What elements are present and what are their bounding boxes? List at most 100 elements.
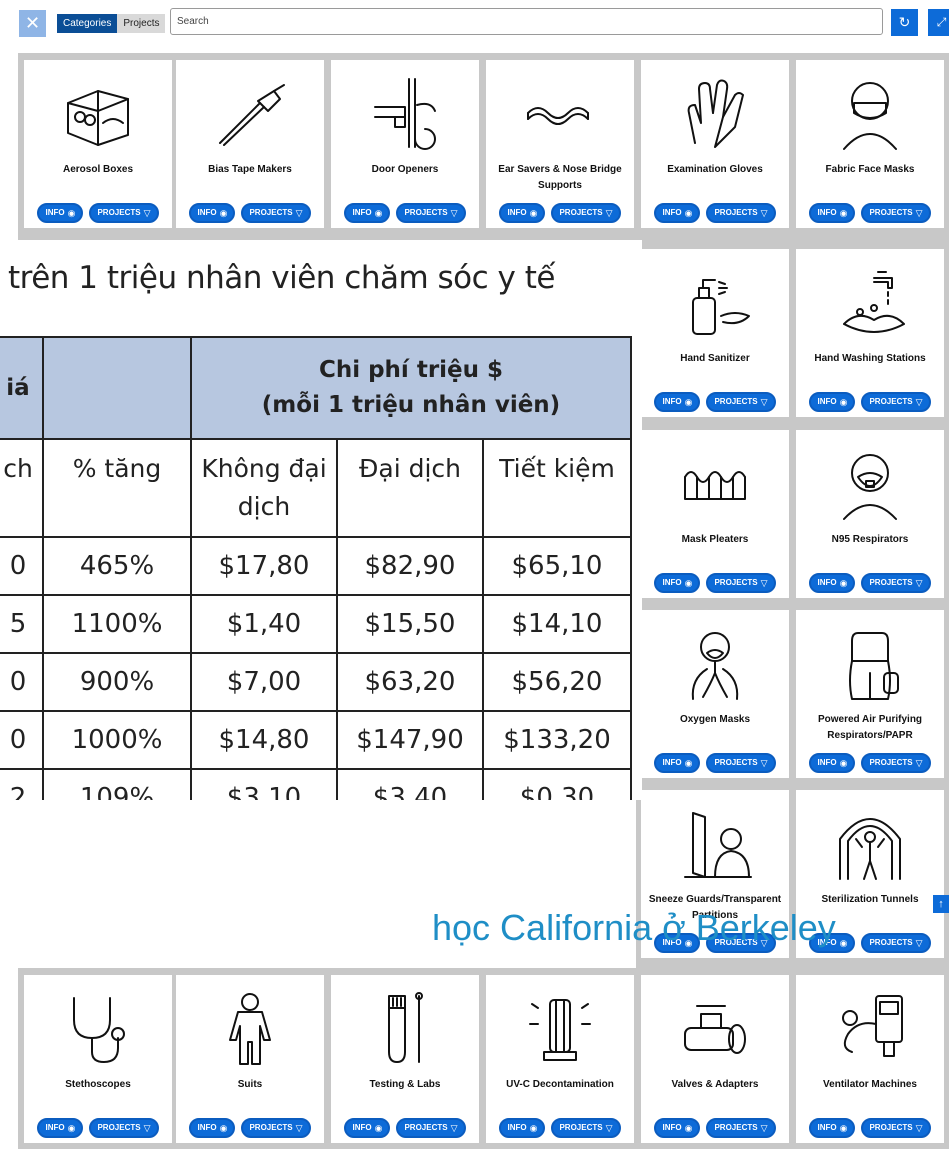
- projects-button[interactable]: PROJECTS ▽: [241, 203, 311, 223]
- search-input[interactable]: [170, 8, 883, 35]
- projects-button[interactable]: PROJECTS ▽: [89, 203, 159, 223]
- projects-button[interactable]: PROJECTS ▽: [551, 1118, 621, 1138]
- info-button[interactable]: INFO ◉: [37, 1118, 84, 1138]
- category-card[interactable]: UV-C Decontamination INFO ◉ PROJECTS ▽: [486, 975, 634, 1143]
- category-card[interactable]: Suits INFO ◉ PROJECTS ▽: [176, 975, 324, 1143]
- projects-button[interactable]: PROJECTS ▽: [706, 1118, 776, 1138]
- category-card[interactable]: Oxygen Masks INFO ◉ PROJECTS ▽: [641, 610, 789, 778]
- projects-button[interactable]: PROJECTS ▽: [861, 573, 931, 593]
- header-cost-line2: (mỗi 1 triệu nhân viên): [261, 392, 561, 418]
- projects-button[interactable]: PROJECTS ▽: [241, 1118, 311, 1138]
- category-card[interactable]: Examination Gloves INFO ◉ PROJECTS ▽: [641, 60, 789, 228]
- projects-button[interactable]: PROJECTS ▽: [706, 392, 776, 412]
- category-card[interactable]: Ventilator Machines INFO ◉ PROJECTS ▽: [796, 975, 944, 1143]
- filter-icon: ▽: [450, 208, 458, 218]
- filter-icon: ▽: [915, 758, 923, 768]
- table-cell: $0,30: [482, 768, 632, 800]
- projects-button[interactable]: PROJECTS ▽: [706, 573, 776, 593]
- arrow-up-icon: ↑: [938, 898, 944, 910]
- info-button[interactable]: INFO ◉: [499, 1118, 546, 1138]
- ventilator-icon: [842, 995, 903, 1057]
- eye-icon: ◉: [67, 208, 76, 218]
- category-card[interactable]: Bias Tape Makers INFO ◉ PROJECTS ▽: [176, 60, 324, 228]
- projects-label: PROJECTS: [869, 208, 913, 217]
- category-card[interactable]: Stethoscopes INFO ◉ PROJECTS ▽: [24, 975, 172, 1143]
- category-image: [796, 68, 944, 158]
- category-card[interactable]: Hand Washing Stations INFO ◉ PROJECTS ▽: [796, 249, 944, 417]
- projects-button[interactable]: PROJECTS ▽: [706, 753, 776, 773]
- suit-icon: [229, 993, 271, 1065]
- slide-caption: học California ở Berkeley: [432, 907, 836, 948]
- filter-icon: ▽: [295, 208, 303, 218]
- category-card[interactable]: Fabric Face Masks INFO ◉ PROJECTS ▽: [796, 60, 944, 228]
- close-button[interactable]: ✕: [19, 10, 46, 37]
- projects-button[interactable]: PROJECTS ▽: [551, 203, 621, 223]
- filter-icon: ▽: [450, 1123, 458, 1133]
- table-cell: 1000%: [42, 710, 192, 770]
- aerosol-box-icon: [67, 90, 129, 146]
- info-button[interactable]: INFO ◉: [809, 753, 856, 773]
- info-button[interactable]: INFO ◉: [654, 573, 701, 593]
- table-cell: $63,20: [336, 652, 484, 712]
- scroll-to-top-button[interactable]: ↑: [933, 895, 949, 913]
- projects-button[interactable]: PROJECTS ▽: [861, 1118, 931, 1138]
- category-image: [331, 68, 479, 158]
- category-card[interactable]: N95 Respirators INFO ◉ PROJECTS ▽: [796, 430, 944, 598]
- info-button[interactable]: INFO ◉: [189, 1118, 236, 1138]
- info-button[interactable]: INFO ◉: [809, 573, 856, 593]
- cost-table: iá Chi phí triệu $ (mỗi 1 triệu nhân viê…: [0, 336, 632, 800]
- category-card[interactable]: Ear Savers & Nose Bridge Supports INFO ◉ PR…: [486, 60, 634, 228]
- category-card[interactable]: Powered Air Purifying Respirators/PAPR IN…: [796, 610, 944, 778]
- info-button[interactable]: INFO ◉: [654, 1118, 701, 1138]
- table-cell: 2: [0, 768, 44, 800]
- sneeze-guard-icon: [684, 812, 752, 878]
- info-label: INFO: [817, 578, 837, 587]
- info-button[interactable]: INFO ◉: [809, 392, 856, 412]
- category-card[interactable]: Aerosol Boxes INFO ◉ PROJECTS ▽: [24, 60, 172, 228]
- info-button[interactable]: INFO ◉: [809, 1118, 856, 1138]
- card-actions: INFO ◉ PROJECTS ▽: [331, 1118, 479, 1138]
- table-cell: $14,80: [190, 710, 338, 770]
- category-card[interactable]: Hand Sanitizer INFO ◉ PROJECTS ▽: [641, 249, 789, 417]
- info-button[interactable]: INFO ◉: [344, 203, 391, 223]
- category-card[interactable]: Door Openers INFO ◉ PROJECTS ▽: [331, 60, 479, 228]
- projects-label: PROJECTS: [714, 1123, 758, 1132]
- info-button[interactable]: INFO ◉: [499, 203, 546, 223]
- category-card[interactable]: Mask Pleaters INFO ◉ PROJECTS ▽: [641, 430, 789, 598]
- info-button[interactable]: INFO ◉: [654, 203, 701, 223]
- expand-button[interactable]: ⤢: [928, 9, 949, 36]
- projects-button[interactable]: PROJECTS ▽: [861, 392, 931, 412]
- projects-button[interactable]: PROJECTS ▽: [396, 1118, 466, 1138]
- projects-button[interactable]: PROJECTS ▽: [89, 1118, 159, 1138]
- info-button[interactable]: INFO ◉: [189, 203, 236, 223]
- table-cell: 0: [0, 710, 44, 770]
- page: { "topbar": { "close_icon": "close-icon"…: [0, 0, 949, 1149]
- info-button[interactable]: INFO ◉: [37, 203, 84, 223]
- tab-projects[interactable]: Projects: [117, 14, 166, 33]
- eye-icon: ◉: [219, 208, 228, 218]
- tab-categories[interactable]: Categories: [57, 14, 118, 33]
- category-card[interactable]: Valves & Adapters INFO ◉ PROJECTS ▽: [641, 975, 789, 1143]
- info-label: INFO: [507, 1123, 527, 1132]
- refresh-button[interactable]: ↻: [891, 9, 918, 36]
- projects-button[interactable]: PROJECTS ▽: [861, 933, 931, 953]
- projects-button[interactable]: PROJECTS ▽: [396, 203, 466, 223]
- filter-icon: ▽: [605, 208, 613, 218]
- projects-button[interactable]: PROJECTS ▽: [861, 203, 931, 223]
- header-cost-line1: Chi phí triệu $: [318, 357, 504, 383]
- projects-button[interactable]: PROJECTS ▽: [861, 753, 931, 773]
- projects-label: PROJECTS: [714, 578, 758, 587]
- filter-icon: ▽: [295, 1123, 303, 1133]
- card-actions: INFO ◉ PROJECTS ▽: [796, 392, 944, 412]
- eye-icon: ◉: [839, 578, 848, 588]
- category-image: [641, 257, 789, 347]
- info-label: INFO: [817, 1123, 837, 1132]
- info-button[interactable]: INFO ◉: [344, 1118, 391, 1138]
- category-card[interactable]: Testing & Labs INFO ◉ PROJECTS ▽: [331, 975, 479, 1143]
- info-button[interactable]: INFO ◉: [654, 392, 701, 412]
- projects-button[interactable]: PROJECTS ▽: [706, 203, 776, 223]
- info-button[interactable]: INFO ◉: [654, 753, 701, 773]
- category-image: [796, 438, 944, 528]
- eye-icon: ◉: [839, 938, 848, 948]
- info-button[interactable]: INFO ◉: [809, 203, 856, 223]
